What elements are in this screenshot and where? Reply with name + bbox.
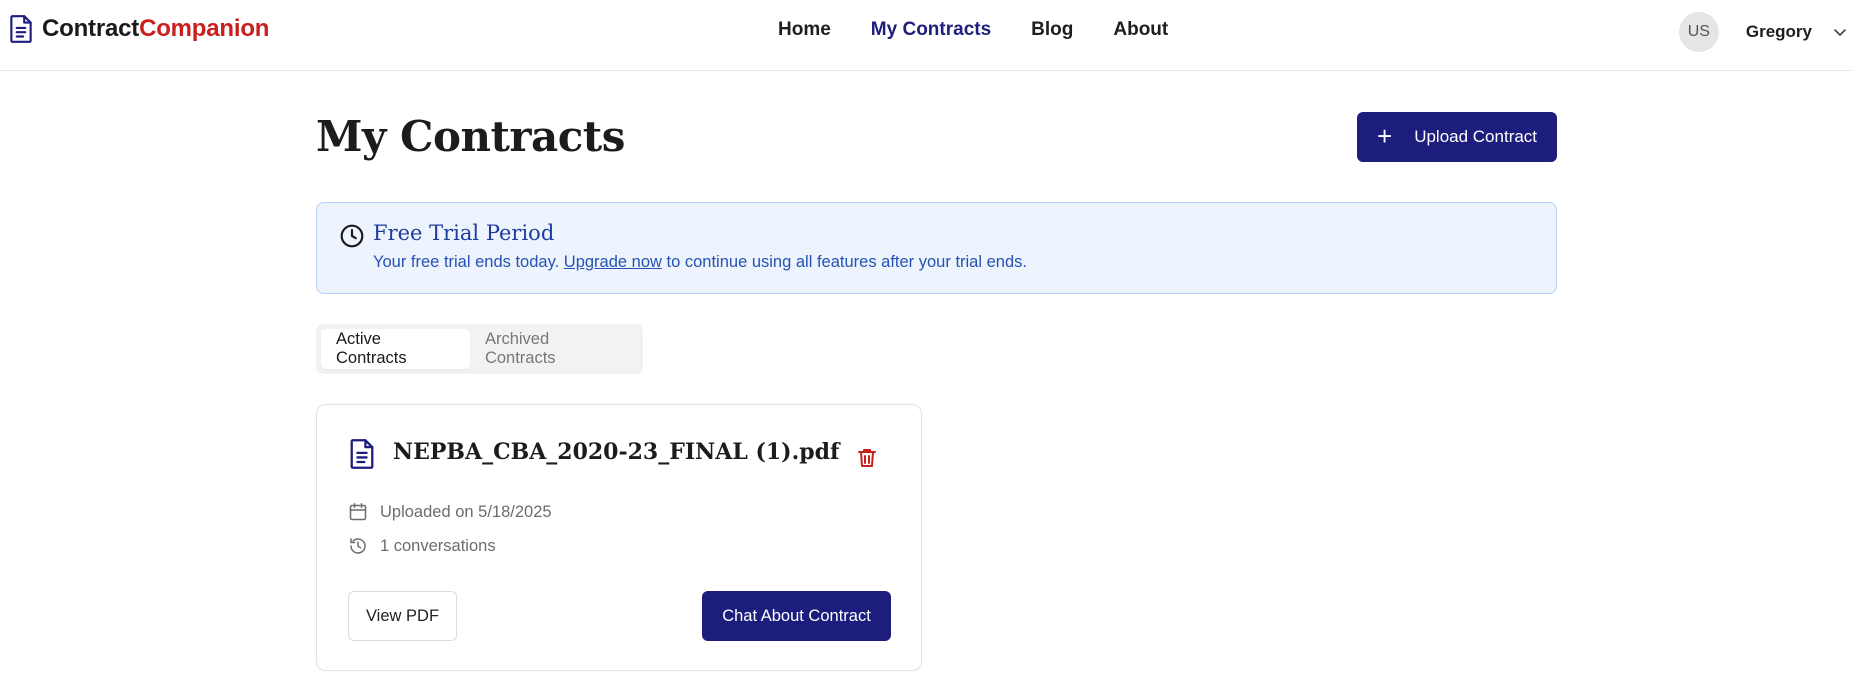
nav-about[interactable]: About [1113,19,1168,41]
plus-icon: + [1377,120,1393,151]
main-nav: Home My Contracts Blog About [778,19,1168,41]
banner-text-after: to continue using all features after you… [661,253,1027,271]
brand-name-part1: Contract [42,15,140,42]
banner-text-before: Your free trial ends today. [373,253,564,271]
clock-icon [340,224,364,248]
tab-archived-contracts[interactable]: Archived Contracts [470,329,638,369]
conversation-count: 1 conversations [348,536,496,556]
history-icon [350,538,366,554]
contract-file-name: NEPBA_CBA_2020-23_FINAL (1).pdf [393,439,840,465]
user-menu[interactable]: US Gregory [1678,12,1852,52]
chat-about-contract-button[interactable]: Chat About Contract [702,591,891,641]
tab-active-contracts[interactable]: Active Contracts [321,329,470,369]
calendar-icon [349,503,367,521]
nav-my-contracts[interactable]: My Contracts [871,19,991,41]
page-title: My Contracts [316,112,625,161]
upload-contract-button[interactable]: + Upload Contract [1357,112,1557,162]
chevron-down-icon[interactable] [1832,24,1848,40]
file-text-icon [350,439,374,469]
logo[interactable]: ContractCompanion [8,14,269,44]
upgrade-link[interactable]: Upgrade now [564,253,662,271]
upload-date: Uploaded on 5/18/2025 [348,502,552,522]
contract-card: NEPBA_CBA_2020-23_FINAL (1).pdf Uploaded… [316,404,922,671]
document-icon [10,15,32,43]
view-pdf-button[interactable]: View PDF [348,591,457,641]
top-header: ContractCompanion Home My Contracts Blog… [0,0,1852,71]
trial-banner: Free Trial Period Your free trial ends t… [316,202,1557,294]
brand-name: ContractCompanion [42,15,269,43]
upload-date-text: Uploaded on 5/18/2025 [380,502,552,521]
contract-tabs: Active Contracts Archived Contracts [316,324,643,374]
nav-blog[interactable]: Blog [1031,19,1073,41]
upload-contract-label: Upload Contract [1414,127,1538,146]
banner-text: Your free trial ends today. Upgrade now … [373,253,1027,272]
trash-icon[interactable] [855,446,879,470]
brand-name-part2: Companion [139,15,270,42]
avatar[interactable]: US [1678,12,1719,52]
banner-title: Free Trial Period [373,221,555,245]
user-name[interactable]: Gregory [1746,22,1812,42]
conversation-count-text: 1 conversations [380,536,496,555]
nav-home[interactable]: Home [778,19,831,41]
